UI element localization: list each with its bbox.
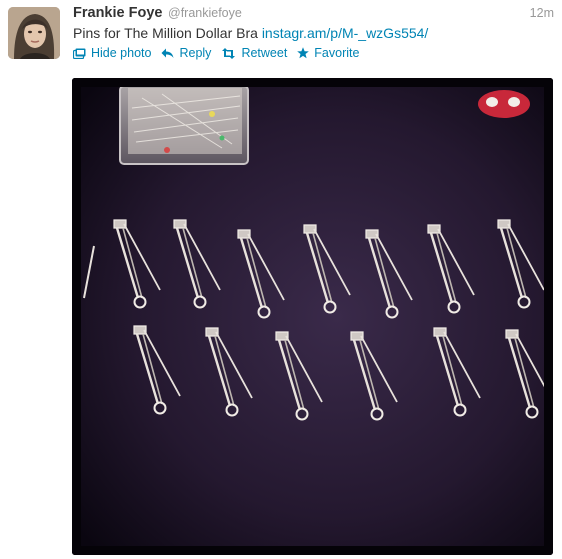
favorite-button[interactable]: Favorite	[297, 46, 359, 60]
author-name[interactable]: Frankie Foye	[73, 5, 162, 21]
avatar-portrait-image	[8, 7, 60, 59]
reply-button[interactable]: Reply	[161, 46, 211, 60]
star-icon	[297, 47, 310, 59]
author-avatar[interactable]	[8, 7, 60, 59]
favorite-label: Favorite	[314, 46, 360, 60]
retweet-icon	[222, 47, 236, 59]
tweet-actions: Hide photo Reply Retweet Favorite	[73, 46, 359, 60]
retweet-label: Retweet	[241, 46, 288, 60]
reply-label: Reply	[179, 46, 212, 60]
tweet-link[interactable]: instagr.am/p/M-_wzGs554/	[262, 25, 429, 41]
tweet-timestamp[interactable]: 12m	[530, 6, 554, 20]
tweet-body: Pins for The Million Dollar Bra	[73, 25, 258, 41]
author-handle[interactable]: @frankiefoye	[168, 6, 242, 20]
hide-photo-label: Hide photo	[91, 46, 152, 60]
reply-arrow-icon	[161, 48, 174, 58]
safety-pins-photo	[72, 78, 553, 555]
photo-icon	[73, 48, 86, 59]
hide-photo-button[interactable]: Hide photo	[73, 46, 151, 60]
retweet-button[interactable]: Retweet	[221, 46, 287, 60]
tweet-photo[interactable]	[72, 78, 553, 555]
tweet-text: Pins for The Million Dollar Bra instagr.…	[73, 25, 428, 41]
